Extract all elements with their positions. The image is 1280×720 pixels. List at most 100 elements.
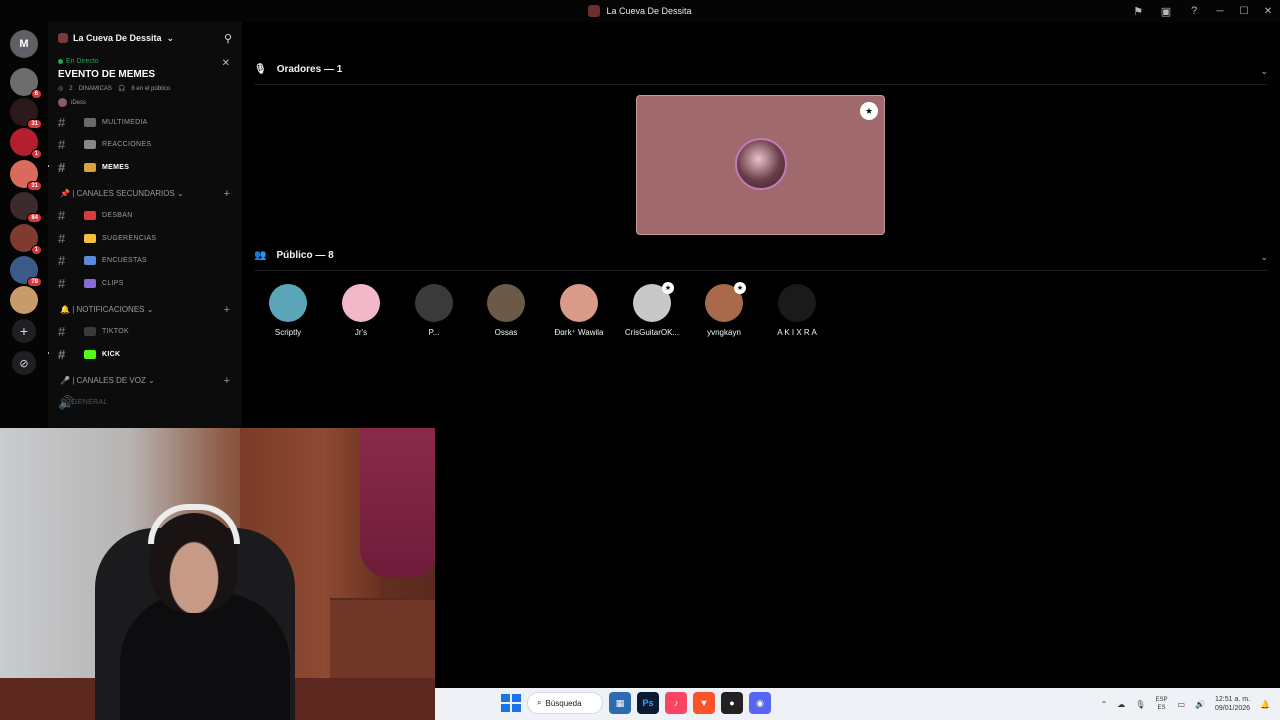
inbox-icon[interactable]: ▣ [1152,0,1180,22]
server-mention-badge: 78 [27,277,42,287]
member-name: Ossas [494,328,518,337]
audience-header-label: Público — 8 [276,250,334,261]
channel-item[interactable]: # REACCIONES [48,134,242,157]
explore-servers-button[interactable]: ⊘ [12,351,36,375]
category-label: | CANALES SECUNDARIOS [72,189,175,198]
calculator-app-icon[interactable]: ▦ [609,692,631,714]
speaker-tile[interactable]: ★ [636,95,885,235]
chevron-down-icon: ⌄ [146,305,154,314]
microphone-icon: 🎙 [254,64,267,75]
invite-people-icon[interactable]: ⚲ [224,32,232,45]
channel-item[interactable]: # CLIPS [48,272,242,295]
category-notifications[interactable]: 🔔 | NOTIFICACIONES ⌄ + [48,299,242,321]
channel-name: MEMES [102,163,130,171]
audience-member[interactable]: ★ yvngkayn [688,282,760,337]
audience-member[interactable]: Ossas [470,284,542,337]
hashtag-icon: # [58,159,66,175]
audience-member[interactable]: Ðαrk⁺ Wawila [543,284,615,337]
guild-header[interactable]: La Cueva De Dessita ⌄ ⚲ [48,22,242,54]
hashtag-icon: # [58,230,66,246]
notification-bell-icon[interactable]: 🔔 [1260,700,1270,709]
close-window-button[interactable]: ✕ [1256,0,1280,22]
server-icon[interactable]: 84 [10,192,42,223]
server-icon[interactable]: 1 [10,128,42,159]
audience-header[interactable]: 👥 Público — 8 [254,250,334,261]
hashtag-icon: # [58,253,66,269]
audience-member[interactable]: Scriptly [252,284,324,337]
cloud-icon[interactable]: ☁ [1117,700,1125,709]
pin-icon: 📌 [60,189,70,198]
live-event-panel[interactable]: En Directo EVENTO DE MEMES ◎ 2 DINAMICAS… [48,54,242,111]
microphone-icon[interactable]: 🎙 [1135,700,1145,709]
server-icon[interactable]: 78 [10,256,42,287]
volume-icon[interactable]: 🔊 [1195,700,1205,709]
server-icon[interactable]: 6 [10,68,42,99]
server-icon[interactable]: 31 [10,98,42,129]
server-mini-icon [588,5,601,17]
server-home-icon[interactable]: M [10,30,38,58]
add-channel-icon[interactable]: + [224,188,230,200]
channel-item[interactable]: # SUGERENCIAS [48,227,242,250]
add-channel-icon[interactable]: + [224,304,230,316]
add-channel-icon[interactable]: + [224,375,230,387]
music-app-icon[interactable]: ♪ [665,692,687,714]
channel-item[interactable]: # TIKTOK [48,321,242,344]
channel-item[interactable]: # ENCUESTAS [48,250,242,273]
channel-item[interactable]: # DESBAN [48,205,242,228]
maximize-button[interactable]: ☐ [1232,0,1256,22]
hashtag-icon: # [58,324,66,340]
webcam-headphones [148,504,240,544]
channel-item[interactable]: • # MEMES [48,156,242,179]
chevron-down-icon: ⌄ [176,189,184,198]
chevron-down-icon[interactable]: ⌄ [1260,252,1268,263]
audience-member[interactable]: P... [398,284,470,337]
channel-item[interactable]: • # KICK [48,343,242,366]
network-icon[interactable]: ▭ [1177,700,1185,709]
event-topic: DINAMICAS [78,85,112,92]
channel-emoji-icon [84,349,96,359]
brave-app-icon[interactable]: ▼ [693,692,715,714]
speakers-header[interactable]: 🎙 Oradores — 1 [254,64,342,75]
member-name: CrisGuitarOK... [624,328,680,337]
server-icon[interactable]: 1 [10,224,42,255]
channel-name: GENERAL [72,399,108,407]
category-voice[interactable]: 🎤 | CANALES DE VOZ ⌄ + [48,370,242,392]
chevron-down-icon[interactable]: ⌄ [1260,66,1268,77]
lang-top: ESP [1155,697,1168,703]
stage-icon: ◎ [58,86,64,92]
avatar [487,284,525,322]
channel-item[interactable]: # MULTIMEDIA [48,111,242,134]
chevron-down-icon: ⌄ [166,32,175,43]
windows-start-icon[interactable] [499,692,521,714]
audience-member[interactable]: A K I X R A [761,284,833,337]
channel-voice-general[interactable]: 🔊 GENERAL [48,392,242,415]
channel-emoji-icon [84,140,96,150]
channel-emoji-icon [84,256,96,266]
server-mention-badge: 31 [27,119,42,129]
member-name: Scriptly [274,328,302,337]
minimize-button[interactable]: ─ [1208,0,1232,22]
help-icon[interactable]: ? [1180,0,1208,22]
add-server-button[interactable]: + [12,319,36,343]
channel-name: KICK [102,350,121,358]
taskbar-search[interactable]: ⌕ Búsqueda [527,692,603,714]
language-indicator[interactable]: ESP ES [1155,696,1167,712]
server-icon[interactable] [10,286,38,314]
app-icon[interactable]: ● [721,692,743,714]
discord-app-icon[interactable]: ◉ [749,692,771,714]
flag-icon[interactable]: ⚑ [1124,0,1152,22]
photoshop-app-icon[interactable]: Ps [637,692,659,714]
audience-member[interactable]: Jr's [325,284,397,337]
close-icon[interactable]: ✕ [222,58,230,69]
category-secondary[interactable]: 📌 | CANALES SECUNDARIOS ⌄ + [48,183,242,205]
chevron-up-icon[interactable]: ⌃ [1101,700,1108,709]
window-title-text: La Cueva De Dessita [606,6,692,16]
audience-member[interactable]: ★ CrisGuitarOK... [616,282,688,337]
server-icon[interactable]: 31 [10,160,42,191]
member-name: yvngkayn [707,328,741,337]
webcam-overlay [0,428,435,720]
server-mention-badge: 31 [27,181,42,191]
search-label: Búsqueda [545,698,582,708]
clock[interactable]: 12:51 a. m. 09/01/2026 [1215,695,1250,713]
search-icon: ⌕ [537,698,542,707]
